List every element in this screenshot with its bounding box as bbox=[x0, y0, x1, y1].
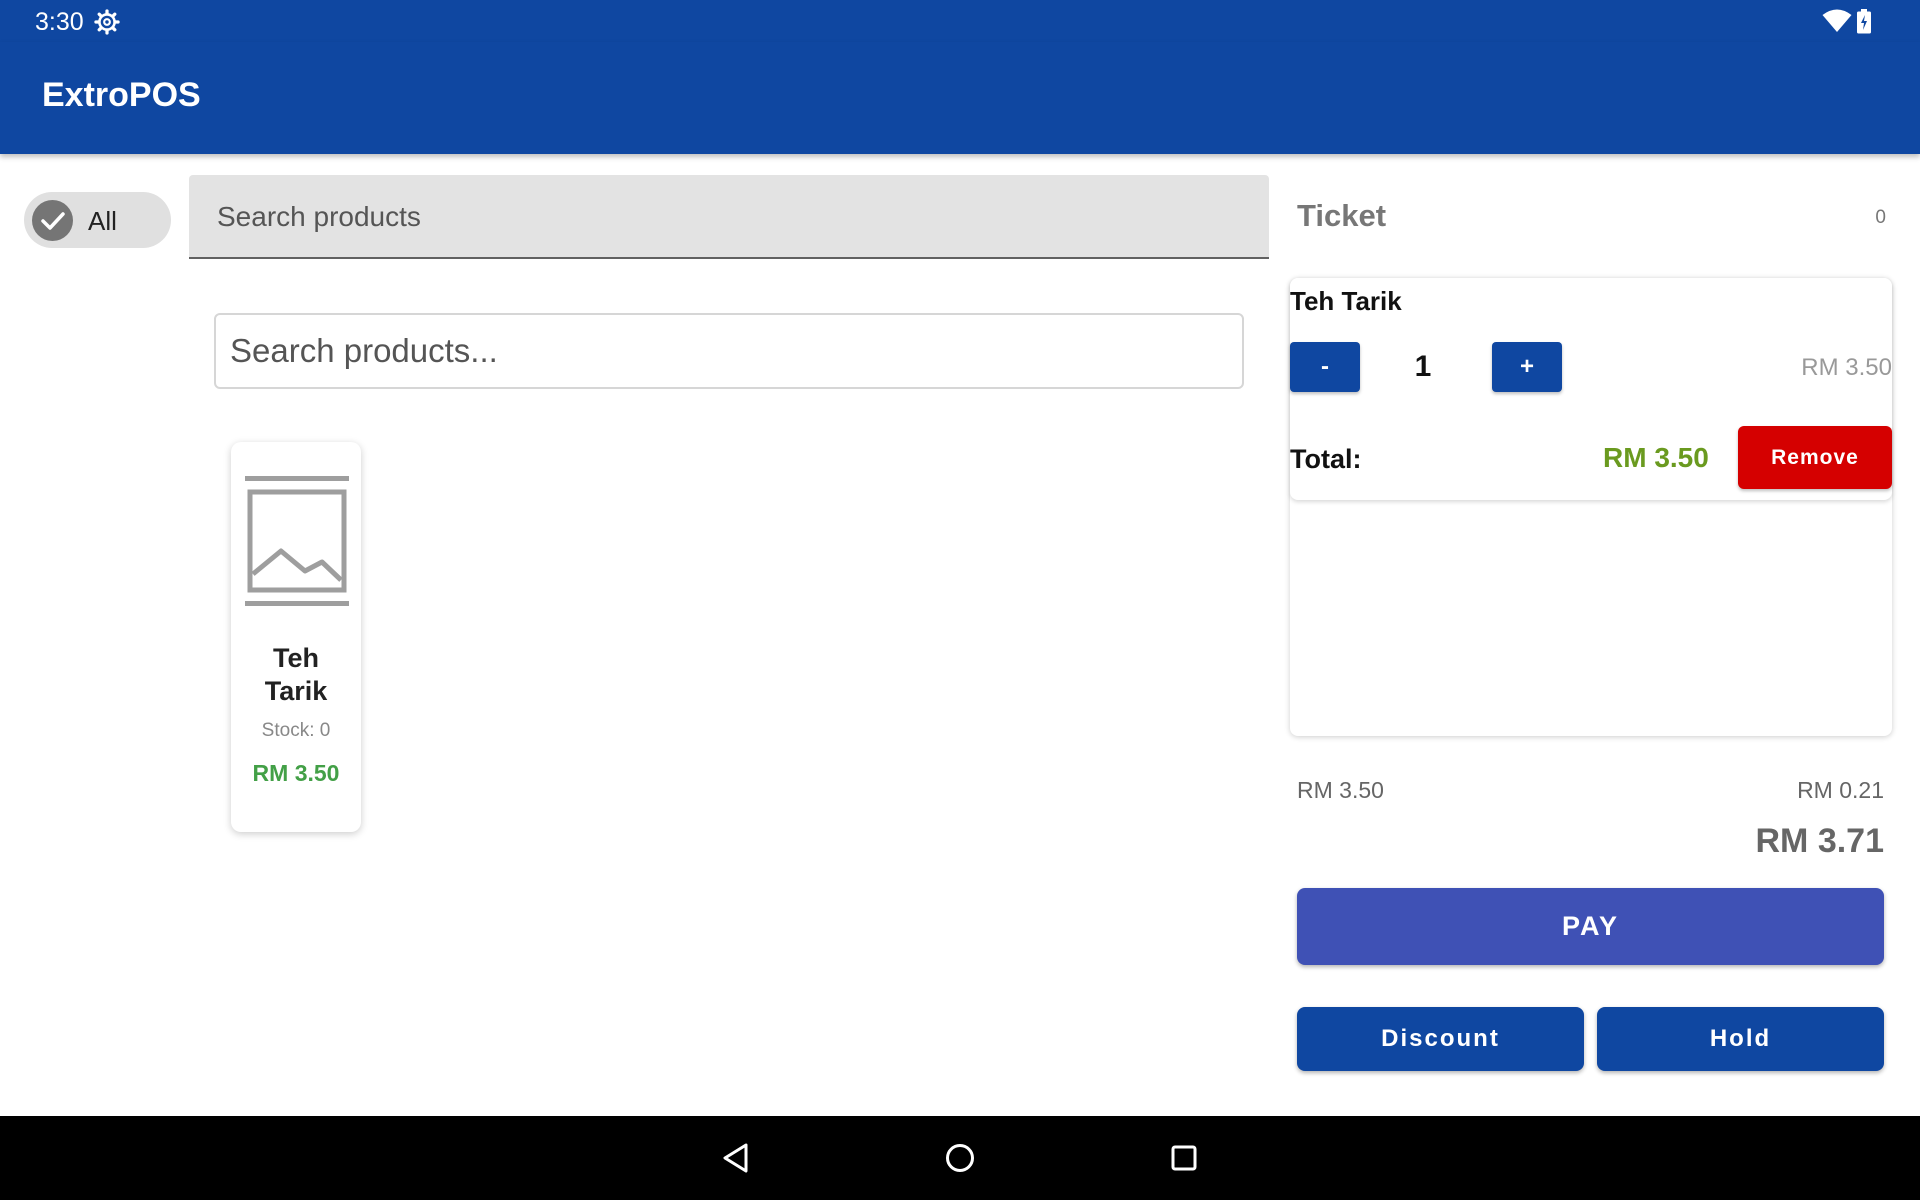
product-price: RM 3.50 bbox=[252, 760, 340, 786]
product-stock: Stock: 0 bbox=[261, 720, 331, 741]
ticket-title: Ticket bbox=[1297, 198, 1387, 233]
settings-icon bbox=[94, 9, 120, 35]
wifi-icon bbox=[1822, 9, 1852, 32]
hold-button[interactable]: Hold bbox=[1597, 1007, 1884, 1071]
filter-chip-all[interactable]: All bbox=[24, 192, 171, 248]
search-field[interactable]: Search products bbox=[189, 175, 1269, 259]
search-input[interactable] bbox=[230, 329, 1220, 373]
ticket-panel: Teh Tarik - 1 + RM 3.50 Total: RM 3.50 R… bbox=[1290, 278, 1892, 736]
check-icon bbox=[32, 200, 73, 241]
app-title: ExtroPOS bbox=[42, 76, 201, 114]
ticket-item: Teh Tarik - 1 + RM 3.50 Total: RM 3.50 R… bbox=[1290, 278, 1892, 500]
ticket-item-total-value: RM 3.50 bbox=[1603, 442, 1709, 473]
pay-button[interactable]: PAY bbox=[1297, 888, 1884, 965]
status-bar: 3:30 bbox=[0, 0, 1920, 42]
home-icon[interactable] bbox=[942, 1140, 978, 1176]
image-placeholder-icon bbox=[245, 476, 349, 606]
ticket-item-total-label: Total: bbox=[1290, 444, 1362, 474]
product-name: Teh Tarik bbox=[264, 643, 328, 706]
decrease-quantity-button[interactable]: - bbox=[1290, 342, 1360, 392]
search-input-box[interactable] bbox=[214, 313, 1244, 389]
battery-icon bbox=[1857, 9, 1871, 34]
status-time: 3:30 bbox=[35, 8, 84, 36]
recents-icon[interactable] bbox=[1166, 1140, 1202, 1176]
app-bar: ExtroPOS bbox=[0, 42, 1920, 154]
back-icon[interactable] bbox=[718, 1140, 754, 1176]
subtotal: RM 3.50 bbox=[1297, 777, 1384, 803]
increase-quantity-button[interactable]: + bbox=[1492, 342, 1562, 392]
remove-item-button[interactable]: Remove bbox=[1738, 426, 1892, 489]
ticket-item-unit-price: RM 3.50 bbox=[1801, 354, 1892, 381]
ticket-count: 0 bbox=[1875, 207, 1886, 228]
search-field-placeholder: Search products bbox=[217, 201, 421, 232]
grand-total: RM 3.71 bbox=[1755, 822, 1885, 860]
tax: RM 0.21 bbox=[1797, 777, 1884, 803]
ticket-item-quantity: 1 bbox=[1414, 350, 1432, 383]
discount-button[interactable]: Discount bbox=[1297, 1007, 1584, 1071]
ticket-item-name: Teh Tarik bbox=[1290, 286, 1402, 316]
product-card[interactable]: Teh Tarik Stock: 0 RM 3.50 bbox=[231, 442, 361, 832]
chip-label: All bbox=[88, 206, 117, 236]
navigation-bar bbox=[0, 1116, 1920, 1200]
